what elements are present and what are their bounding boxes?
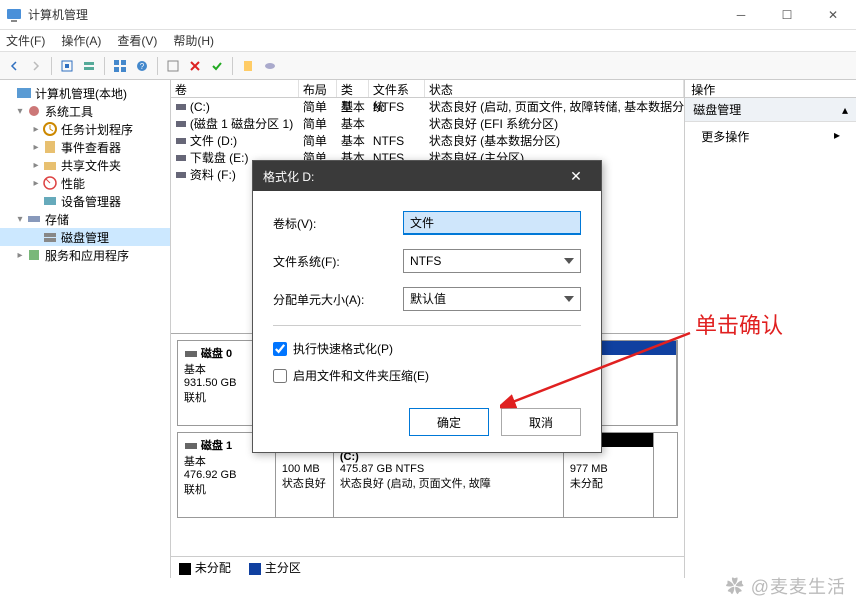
dialog-titlebar: 格式化 D: ✕ (253, 161, 601, 191)
filesystem-select[interactable]: NTFS (403, 249, 581, 273)
forward-button[interactable] (26, 56, 46, 76)
col-volume[interactable]: 卷 (171, 80, 299, 97)
menu-view[interactable]: 查看(V) (117, 32, 157, 49)
tree-task-scheduler[interactable]: ▸任务计划程序 (0, 120, 170, 138)
tree-root[interactable]: 计算机管理(本地) (0, 84, 170, 102)
action-new-button[interactable] (238, 56, 258, 76)
back-button[interactable] (4, 56, 24, 76)
refresh-button[interactable] (110, 56, 130, 76)
label-volume-name: 卷标(V): (273, 215, 403, 232)
volume-row[interactable]: (C:)简单基本NTFS状态良好 (启动, 页面文件, 故障转储, 基本数据分 (171, 98, 684, 115)
tree-device-manager[interactable]: 设备管理器 (0, 192, 170, 210)
compress-checkbox[interactable] (273, 369, 287, 383)
actions-header: 操作 (685, 80, 856, 98)
actions-more[interactable]: 更多操作▸ (685, 122, 856, 151)
label-filesystem: 文件系统(F): (273, 253, 403, 270)
ok-button[interactable]: 确定 (409, 408, 489, 436)
up-button[interactable] (57, 56, 77, 76)
minimize-button[interactable]: ─ (718, 0, 764, 30)
svg-text:?: ? (140, 62, 145, 71)
dialog-close-button[interactable]: ✕ (561, 168, 591, 185)
volume-row[interactable]: (磁盘 1 磁盘分区 1)简单基本状态良好 (EFI 系统分区) (171, 115, 684, 132)
action-check-button[interactable] (207, 56, 227, 76)
tree-services-apps[interactable]: ▸服务和应用程序 (0, 246, 170, 264)
menu-action[interactable]: 操作(A) (61, 32, 101, 49)
dialog-title: 格式化 D: (263, 168, 314, 185)
actions-section-diskmgmt[interactable]: 磁盘管理▴ (685, 98, 856, 122)
quick-format-checkbox[interactable] (273, 342, 287, 356)
menubar: 文件(F) 操作(A) 查看(V) 帮助(H) (0, 30, 856, 52)
col-status[interactable]: 状态 (425, 80, 684, 97)
allocation-unit-select[interactable]: 默认值 (403, 287, 581, 311)
titlebar: 计算机管理 ─ ☐ ✕ (0, 0, 856, 30)
nav-tree: 计算机管理(本地) ▾系统工具 ▸任务计划程序 ▸事件查看器 ▸共享文件夹 ▸性… (0, 80, 171, 578)
maximize-button[interactable]: ☐ (764, 0, 810, 30)
chevron-right-icon: ▸ (834, 128, 840, 145)
toolbar: ? (0, 52, 856, 80)
col-filesystem[interactable]: 文件系统 (369, 80, 425, 97)
menu-file[interactable]: 文件(F) (6, 32, 45, 49)
properties-button[interactable] (79, 56, 99, 76)
annotation-arrow (500, 325, 700, 415)
tree-performance[interactable]: ▸性能 (0, 174, 170, 192)
legend: 未分配 主分区 (171, 556, 684, 578)
menu-help[interactable]: 帮助(H) (173, 32, 214, 49)
action-disk-button[interactable] (260, 56, 280, 76)
collapse-icon: ▴ (842, 103, 848, 117)
col-type[interactable]: 类型 (337, 80, 369, 97)
label-allocation-unit: 分配单元大小(A): (273, 291, 403, 308)
volume-list-header: 卷 布局 类型 文件系统 状态 (171, 80, 684, 98)
annotation-text: 单击确认 (695, 308, 783, 340)
tree-storage[interactable]: ▾存储 (0, 210, 170, 228)
tree-system-tools[interactable]: ▾系统工具 (0, 102, 170, 120)
action-delete-button[interactable] (185, 56, 205, 76)
volume-row[interactable]: 文件 (D:)简单基本NTFS状态良好 (基本数据分区) (171, 132, 684, 149)
tree-event-viewer[interactable]: ▸事件查看器 (0, 138, 170, 156)
help-button[interactable]: ? (132, 56, 152, 76)
tree-shared-folders[interactable]: ▸共享文件夹 (0, 156, 170, 174)
list-view-button[interactable] (163, 56, 183, 76)
watermark: ✿ @麦麦生活 (726, 573, 846, 599)
app-icon (6, 7, 22, 23)
volume-label-input[interactable] (403, 211, 581, 235)
window-title: 计算机管理 (28, 6, 718, 23)
close-button[interactable]: ✕ (810, 0, 856, 30)
col-layout[interactable]: 布局 (299, 80, 337, 97)
tree-disk-management[interactable]: 磁盘管理 (0, 228, 170, 246)
